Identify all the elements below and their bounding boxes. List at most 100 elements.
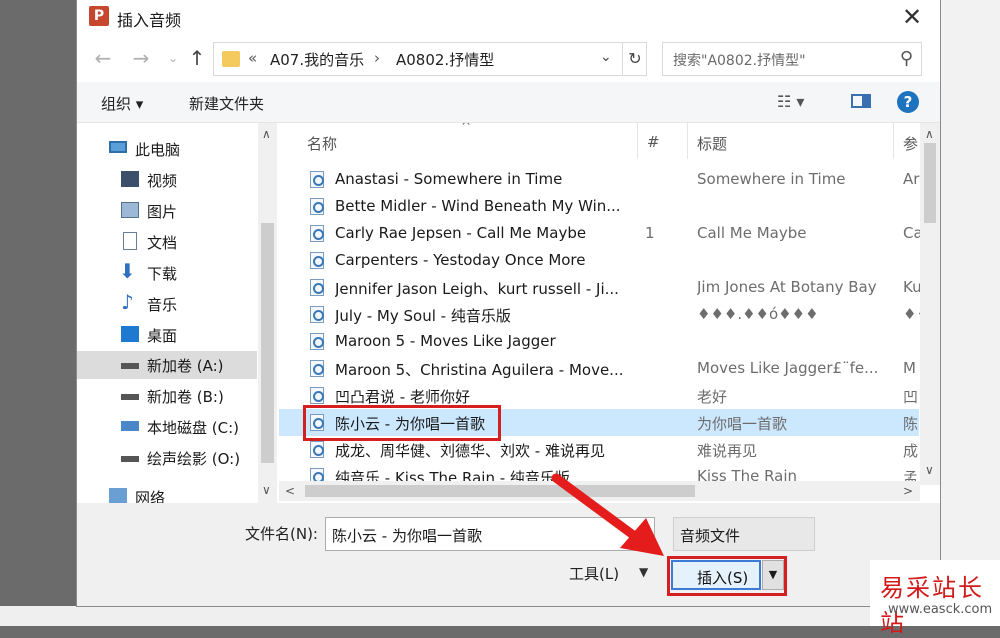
file-name: Maroon 5 - Moves Like Jagger — [335, 332, 556, 350]
scroll-left-icon[interactable]: < — [285, 484, 295, 498]
scroll-up-icon[interactable]: ∧ — [925, 127, 934, 141]
scroll-thumb[interactable] — [924, 143, 936, 223]
track-title: 为你唱一首歌 — [697, 415, 788, 433]
preview-pane-icon[interactable] — [851, 94, 871, 108]
breadcrumb-item[interactable]: A07.我的音乐 — [270, 49, 364, 70]
nav-label: 新加卷 (A:) — [147, 357, 224, 375]
file-type-select[interactable]: 音频文件 — [673, 517, 815, 551]
scroll-down-icon[interactable]: ∨ — [262, 483, 271, 497]
track-title: 难说再见 — [697, 442, 758, 460]
file-row[interactable]: Carpenters - Yestoday Once More — [279, 247, 919, 274]
highlight-box — [303, 405, 501, 441]
file-row[interactable]: Jennifer Jason Leigh、kurt russell - Ji..… — [279, 274, 922, 301]
track-title: Jim Jones At Botany Bay — [697, 278, 877, 296]
filename-label: 文件名(N): — [245, 525, 318, 543]
nav-item-documents[interactable]: 文档 — [77, 228, 257, 256]
address-bar[interactable]: « A07.我的音乐 › A0802.抒情型 ⌄ ↻ — [213, 42, 647, 76]
nav-item-desktop[interactable]: 桌面 — [77, 321, 257, 349]
refresh-icon[interactable]: ↻ — [622, 43, 647, 75]
nav-item-drive-o[interactable]: 绘声绘影 (O:) — [77, 444, 257, 472]
scroll-down-icon[interactable]: ∨ — [925, 463, 934, 477]
column-header-title[interactable]: 标题 — [697, 133, 727, 169]
list-horizontal-scrollbar[interactable]: < > — [279, 481, 920, 501]
nav-item-drive-a[interactable]: 新加卷 (A:) — [77, 351, 257, 379]
file-name: 成龙、周华健、刘德华、刘欢 - 难说再见 — [335, 442, 605, 460]
nav-item-pictures[interactable]: 图片 — [77, 197, 257, 225]
nav-item-drive-b[interactable]: 新加卷 (B:) — [77, 382, 257, 410]
view-options-icon[interactable]: ☷ ▾ — [777, 92, 804, 111]
column-divider[interactable] — [637, 123, 638, 159]
back-arrow-icon[interactable]: ← — [91, 46, 115, 70]
file-row[interactable]: Maroon 5 - Moves Like Jagger — [279, 328, 919, 355]
scroll-right-icon[interactable]: > — [903, 484, 913, 498]
nav-label: 此电脑 — [135, 141, 181, 159]
audio-file-icon — [310, 387, 324, 404]
file-row[interactable]: Carly Rae Jepsen - Call Me Maybe 1 Call Me… — [279, 220, 923, 247]
close-icon[interactable]: ✕ — [894, 2, 930, 32]
column-header-artist[interactable]: 参 — [903, 133, 918, 169]
column-divider[interactable] — [893, 123, 894, 159]
column-divider[interactable] — [687, 123, 688, 159]
up-arrow-icon[interactable]: ↑ — [185, 46, 209, 70]
file-row[interactable]: Maroon 5、Christina Aguilera - Move... Mov… — [279, 355, 919, 382]
file-row[interactable]: July - My Soul - 纯音乐版♦♦♦.♦♦ó♦♦♦♦♦ — [279, 301, 923, 328]
filename-value[interactable]: 陈小云 - 为你唱一首歌 — [332, 525, 482, 546]
breadcrumb-separator: › — [374, 49, 380, 67]
file-name: Jennifer Jason Leigh、kurt russell - Ji..… — [335, 280, 619, 298]
organize-button[interactable]: 组织 ▾ — [101, 93, 143, 114]
background-bottom — [0, 606, 1000, 626]
file-row[interactable]: Bette Midler - Wind Beneath My Win... — [279, 193, 919, 220]
tools-button[interactable]: 工具(L) — [569, 563, 619, 584]
nav-label: 下载 — [147, 265, 178, 283]
track-title: Call Me Maybe — [697, 224, 807, 242]
scroll-thumb[interactable] — [261, 223, 274, 463]
recent-chevron-icon[interactable]: ⌄ — [161, 46, 185, 70]
nav-scrollbar[interactable]: ∧ ∨ — [258, 123, 277, 503]
audio-file-icon — [310, 198, 324, 215]
picture-icon — [121, 202, 139, 218]
new-folder-button[interactable]: 新建文件夹 — [189, 93, 264, 114]
file-row[interactable]: Anastasi - Somewhere in Time Somewhere in… — [279, 166, 919, 193]
file-name: 凹凸君说 - 老师你好 — [335, 388, 470, 406]
system-drive-icon — [121, 421, 139, 431]
filename-field[interactable]: 陈小云 - 为你唱一首歌 ⌄ — [325, 517, 655, 551]
breadcrumb-item[interactable]: A0802.抒情型 — [396, 49, 494, 70]
document-icon — [123, 232, 137, 250]
file-name: Bette Midler - Wind Beneath My Win... — [335, 197, 621, 215]
desktop-icon — [121, 326, 139, 342]
search-box[interactable]: 搜索"A0802.抒情型" ⚲ — [662, 42, 922, 76]
drive-icon — [121, 456, 139, 462]
folder-icon — [222, 51, 240, 67]
breadcrumb-overflow[interactable]: « — [248, 49, 257, 67]
insert-audio-dialog: P 插入音频 ✕ ← → ⌄ ↑ « A07.我的音乐 › A0802.抒情型 … — [76, 0, 941, 607]
nav-item-drive-c[interactable]: 本地磁盘 (C:) — [77, 413, 257, 441]
chevron-down-icon[interactable]: ⌄ — [638, 526, 648, 540]
nav-item-this-pc[interactable]: 此电脑 — [77, 135, 257, 163]
audio-file-icon — [310, 171, 324, 188]
file-list: 名称 ^ # 标题 参 Anastasi - Somewhere in Time… — [279, 123, 940, 503]
track-title: 老好 — [697, 388, 728, 406]
nav-item-music[interactable]: ♪ 音乐 — [77, 290, 257, 318]
list-scrollbar[interactable]: ∧ ∨ — [920, 123, 940, 485]
track-title: Somewhere in Time — [697, 170, 846, 188]
track-title: ♦♦♦.♦♦ó♦♦♦ — [697, 305, 819, 323]
audio-file-icon — [310, 333, 324, 350]
nav-label: 新加卷 (B:) — [147, 388, 224, 406]
help-icon[interactable]: ? — [897, 91, 919, 113]
forward-arrow-icon[interactable]: → — [129, 46, 153, 70]
nav-item-videos[interactable]: 视频 — [77, 166, 257, 194]
column-header-name[interactable]: 名称 — [307, 133, 337, 169]
drive-icon — [121, 394, 139, 400]
tools-dropdown-icon[interactable]: ▼ — [639, 565, 648, 579]
nav-item-downloads[interactable]: ⬇ 下载 — [77, 259, 257, 287]
video-icon — [121, 171, 139, 187]
chevron-down-icon[interactable]: ⌄ — [600, 49, 612, 65]
search-icon[interactable]: ⚲ — [900, 48, 913, 69]
search-input[interactable]: 搜索"A0802.抒情型" — [673, 50, 806, 70]
scroll-up-icon[interactable]: ∧ — [262, 127, 271, 141]
scroll-thumb[interactable] — [305, 485, 695, 497]
column-header-number[interactable]: # — [647, 133, 660, 169]
audio-file-icon — [310, 252, 324, 269]
highlight-box — [667, 556, 787, 596]
audio-file-icon — [310, 306, 324, 323]
